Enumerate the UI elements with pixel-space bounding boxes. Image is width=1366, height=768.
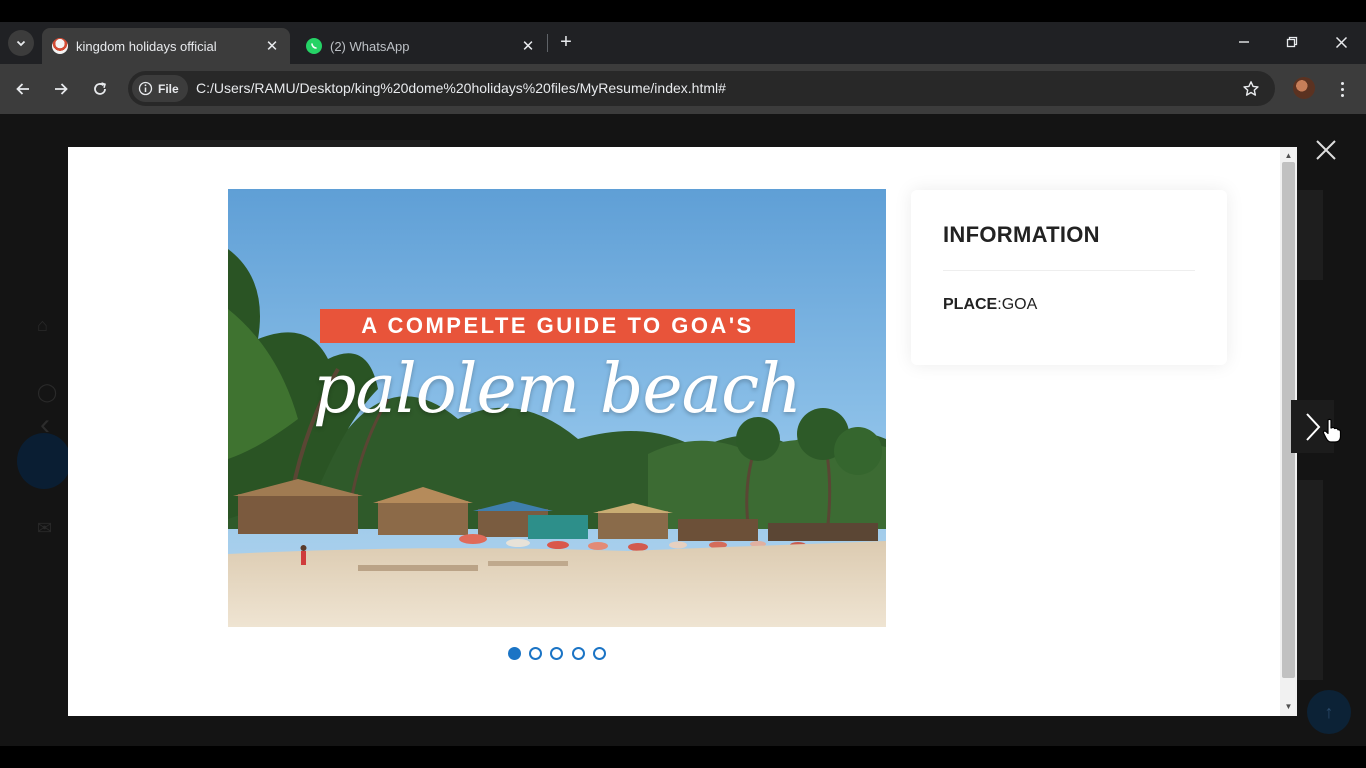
photo-script-text: palolem beach xyxy=(312,350,802,429)
back-to-top-button[interactable]: ↑ xyxy=(1307,690,1351,734)
background-page-content xyxy=(1297,480,1323,680)
hand-cursor-icon xyxy=(1322,418,1342,443)
home-icon: ⌂ xyxy=(37,315,48,335)
chevron-right-icon xyxy=(1305,412,1320,441)
photo-banner-text: A COMPELTE GUIDE TO GOA'S xyxy=(320,309,795,343)
minimize-button[interactable] xyxy=(1232,30,1256,54)
back-button[interactable] xyxy=(10,76,36,102)
tab-close-icon[interactable]: ✕ xyxy=(518,37,538,55)
star-icon xyxy=(1243,81,1259,96)
place-row: PLACE:GOA xyxy=(943,296,1037,314)
window-close-button[interactable] xyxy=(1329,30,1353,54)
tab-whatsapp[interactable]: (2) WhatsApp ✕ xyxy=(296,28,546,64)
tab-strip: kingdom holidays official ✕ (2) WhatsApp… xyxy=(0,22,1366,64)
close-icon xyxy=(1316,140,1336,160)
tab-title: (2) WhatsApp xyxy=(330,38,410,54)
background-page-content xyxy=(1297,190,1323,280)
carousel-dot-4[interactable] xyxy=(572,647,585,660)
place-value: GOA xyxy=(1001,296,1038,313)
place-label: PLACE xyxy=(943,296,998,313)
bookmark-button[interactable] xyxy=(1240,78,1262,100)
whatsapp-icon xyxy=(306,38,322,54)
top-bar xyxy=(0,0,1366,22)
minimize-icon xyxy=(1239,41,1249,43)
user-icon: ◯ xyxy=(37,382,58,402)
mail-icon: ✉ xyxy=(37,518,53,538)
tab-close-icon[interactable]: ✕ xyxy=(262,37,282,55)
chevron-down-icon xyxy=(16,40,26,47)
tab-kingdom-holidays[interactable]: kingdom holidays official ✕ xyxy=(42,28,290,64)
scroll-down-arrow-icon[interactable]: ▼ xyxy=(1282,701,1295,713)
carousel-dot-5[interactable] xyxy=(593,647,606,660)
lightbox-close-button[interactable] xyxy=(1310,134,1342,166)
restore-button[interactable] xyxy=(1280,30,1304,54)
arrow-up-icon: ↑ xyxy=(1324,701,1334,722)
kebab-icon[interactable] xyxy=(1334,78,1350,100)
window-close-icon xyxy=(1335,36,1347,48)
carousel-dot-3[interactable] xyxy=(550,647,563,660)
info-icon xyxy=(138,81,153,96)
reload-icon xyxy=(94,82,106,95)
reload-button[interactable] xyxy=(87,76,113,102)
carousel-dot-2[interactable] xyxy=(529,647,542,660)
forward-button[interactable] xyxy=(48,76,74,102)
tab-title: kingdom holidays official xyxy=(76,38,217,54)
information-divider xyxy=(943,270,1195,271)
bottom-bar xyxy=(0,746,1366,768)
new-tab-button[interactable]: + xyxy=(556,30,576,54)
site-info-label: File xyxy=(158,81,179,96)
site-favicon-icon xyxy=(52,38,68,54)
carousel-dot-1[interactable] xyxy=(508,647,521,660)
profile-avatar[interactable] xyxy=(1293,77,1315,99)
forward-icon xyxy=(55,83,68,95)
information-title: INFORMATION xyxy=(943,222,1100,247)
tab-separator xyxy=(547,34,548,52)
site-info-chip[interactable]: File xyxy=(132,75,188,102)
back-icon xyxy=(16,83,29,95)
prev-arrow-icon: ‹ xyxy=(40,408,50,441)
tab-list-button[interactable] xyxy=(8,30,34,56)
url-text[interactable]: C:/Users/RAMU/Desktop/king%20dome%20holi… xyxy=(196,80,726,98)
restore-icon xyxy=(1286,36,1298,48)
scroll-up-arrow-icon[interactable]: ▲ xyxy=(1282,150,1295,162)
information-card xyxy=(911,190,1227,365)
